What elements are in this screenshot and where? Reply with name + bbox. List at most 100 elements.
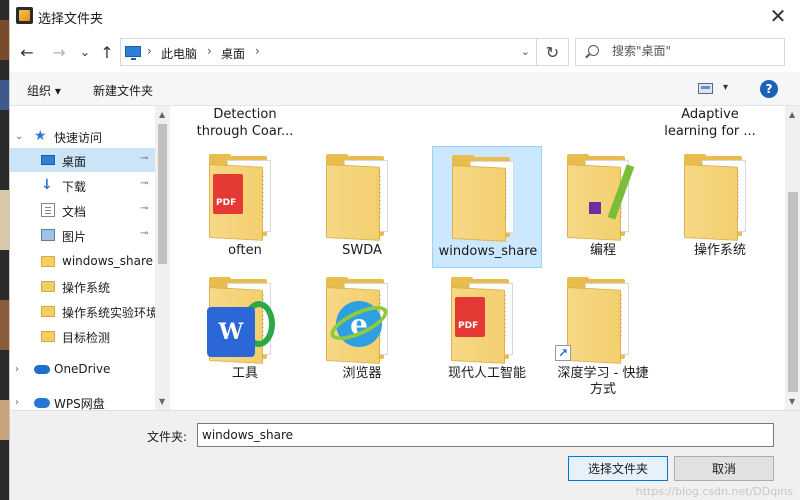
- navigation-bar: ← → ⌄ ↑ › 此电脑 › 桌面 › ⌄ ↻: [10, 32, 800, 72]
- scroll-up-arrow-icon[interactable]: ▲: [789, 110, 795, 119]
- search-box[interactable]: [575, 38, 785, 66]
- select-folder-button[interactable]: 选择文件夹: [568, 456, 668, 481]
- folder-icon: [209, 154, 281, 241]
- folder-name: 浏览器: [342, 366, 382, 381]
- folder-name: 编程: [589, 243, 616, 258]
- help-icon[interactable]: ?: [760, 80, 778, 98]
- desktop-icon: [41, 155, 55, 165]
- folder-icon: [41, 331, 55, 342]
- close-button[interactable]: ✕: [755, 0, 800, 32]
- sidebar-item-windows-share[interactable]: windows_share: [10, 249, 155, 273]
- up-button[interactable]: ↑: [96, 40, 118, 64]
- scroll-down-arrow-icon[interactable]: ▼: [789, 397, 795, 406]
- breadcrumb-separator[interactable]: ›: [207, 44, 212, 58]
- folder-tile-browser[interactable]: e 浏览器: [307, 269, 417, 391]
- folder-view-scrollbar-thumb[interactable]: [788, 192, 798, 392]
- sidebar-item-os-lab[interactable]: 操作系统实验环境: [10, 299, 155, 323]
- forward-button[interactable]: →: [48, 40, 70, 64]
- folder-name: often: [228, 243, 262, 258]
- breadcrumb-separator[interactable]: ›: [147, 44, 152, 58]
- shortcut-arrow-icon: ↗: [555, 345, 571, 361]
- sidebar-item-pictures[interactable]: 图片 ⊸: [10, 223, 155, 247]
- sidebar-item-label: 图片: [62, 230, 87, 244]
- sidebar-item-object-detection[interactable]: 目标检测: [10, 324, 155, 348]
- pdf-icon: [455, 297, 485, 337]
- folder-tile-windows-share[interactable]: windows_share: [432, 146, 542, 268]
- folder-icon: [684, 154, 756, 241]
- breadcrumb-desktop[interactable]: 桌面: [221, 45, 245, 62]
- address-bar[interactable]: › 此电脑 › 桌面 › ⌄: [120, 38, 537, 66]
- address-history-dropdown[interactable]: ⌄: [521, 45, 530, 58]
- chevron-down-icon[interactable]: ⌄: [15, 131, 23, 142]
- change-view-icon[interactable]: [698, 83, 713, 94]
- folder-tile-deep-learning-shortcut[interactable]: ↗ 深度学习 - 快捷方式: [548, 269, 658, 397]
- folder-name: 现代人工智能: [447, 366, 526, 381]
- organize-menu[interactable]: 组织 ▾: [27, 82, 61, 99]
- folder-tile-tools[interactable]: W 工具: [190, 269, 300, 391]
- app-folder-icon: [16, 7, 33, 24]
- sidebar-item-os[interactable]: 操作系统: [10, 274, 155, 298]
- cancel-button[interactable]: 取消: [674, 456, 774, 481]
- sidebar-item-wps-cloud[interactable]: › WPS网盘: [10, 390, 155, 411]
- sidebar-item-downloads[interactable]: ↓ 下载 ⊸: [10, 173, 155, 197]
- scroll-down-arrow-icon[interactable]: ▼: [159, 397, 165, 406]
- pin-icon: ⊸: [140, 178, 149, 189]
- sidebar-item-onedrive[interactable]: › OneDrive: [10, 357, 155, 381]
- wps-cloud-icon: [34, 398, 50, 408]
- folder-icon: [41, 306, 55, 317]
- partial-item-label[interactable]: Adaptive learning for ...: [655, 106, 765, 140]
- onedrive-icon: [34, 365, 50, 374]
- this-pc-icon: [125, 46, 141, 60]
- sidebar-item-desktop[interactable]: 桌面 ⊸: [10, 148, 155, 172]
- folder-tile-programming[interactable]: 编程: [548, 146, 658, 268]
- folder-view: Detection through Coar... Adaptive learn…: [170, 106, 785, 410]
- app-badge-icon: [589, 202, 601, 214]
- command-toolbar: 组织 ▾ 新建文件夹 ▾ ?: [10, 72, 800, 106]
- sidebar-item-documents[interactable]: 文档 ⊸: [10, 198, 155, 222]
- select-folder-dialog: 选择文件夹 ✕ ← → ⌄ ↑ › 此电脑 › 桌面 › ⌄ ↻ 组织 ▾ 新建…: [9, 0, 800, 500]
- new-folder-button[interactable]: 新建文件夹: [93, 82, 153, 99]
- sidebar-item-label: 目标检测: [62, 331, 111, 345]
- sidebar-item-label: WPS网盘: [54, 397, 105, 410]
- folder-name-field[interactable]: [197, 423, 774, 447]
- window-title: 选择文件夹: [38, 12, 104, 27]
- chevron-right-icon[interactable]: ›: [15, 397, 19, 408]
- download-icon: ↓: [41, 177, 53, 193]
- folder-tile-os[interactable]: 操作系统: [665, 146, 775, 268]
- pdf-icon: [213, 174, 243, 214]
- sidebar-scrollbar-thumb[interactable]: [158, 124, 167, 264]
- folder-name: 操作系统: [693, 243, 746, 258]
- pin-icon: ⊸: [140, 228, 149, 239]
- sidebar-item-label: 文档: [62, 205, 87, 219]
- chevron-right-icon[interactable]: ›: [15, 364, 19, 375]
- breadcrumb-separator[interactable]: ›: [255, 44, 260, 58]
- pin-icon: ⊸: [140, 203, 149, 214]
- recent-locations-dropdown[interactable]: ⌄: [74, 40, 96, 64]
- partial-item-label[interactable]: Detection through Coar...: [190, 106, 300, 140]
- folder-icon: [41, 256, 55, 267]
- folder-name: 工具: [231, 366, 258, 381]
- sidebar-item-quick-access[interactable]: ⌄ ★ 快速访问: [10, 124, 155, 148]
- folder-tile-swda[interactable]: SWDA: [307, 146, 417, 268]
- document-icon: [41, 203, 55, 217]
- folder-icon: [451, 277, 523, 364]
- search-input[interactable]: [612, 44, 772, 58]
- dialog-footer: 文件夹: 选择文件夹 取消 https://blog.csdn.net/DDqi…: [10, 410, 800, 500]
- sidebar-item-label: 桌面: [62, 155, 87, 169]
- back-button[interactable]: ←: [16, 40, 38, 64]
- refresh-button[interactable]: ↻: [537, 38, 569, 66]
- sidebar-scrollbar[interactable]: ▲ ▼: [155, 106, 170, 410]
- background-window-strip: [0, 0, 9, 500]
- breadcrumb-this-pc[interactable]: 此电脑: [161, 45, 197, 62]
- scroll-up-arrow-icon[interactable]: ▲: [159, 110, 165, 119]
- navigation-pane: ⌄ ★ 快速访问 桌面 ⊸ ↓ 下载 ⊸ 文档 ⊸ 图片 ⊸ windows_s…: [10, 106, 155, 410]
- watermark-text: https://blog.csdn.net/DDqins: [635, 485, 793, 498]
- sidebar-item-label: 快速访问: [54, 131, 103, 145]
- view-options-dropdown[interactable]: ▾: [723, 82, 728, 93]
- folder-view-scrollbar[interactable]: ▲ ▼: [785, 106, 800, 410]
- search-icon: [588, 45, 599, 56]
- folder-tile-often[interactable]: often: [190, 146, 300, 268]
- folder-name: windows_share: [438, 244, 538, 259]
- sidebar-item-label: 操作系统实验环境: [62, 306, 155, 320]
- folder-tile-modern-ai[interactable]: 现代人工智能: [432, 269, 542, 391]
